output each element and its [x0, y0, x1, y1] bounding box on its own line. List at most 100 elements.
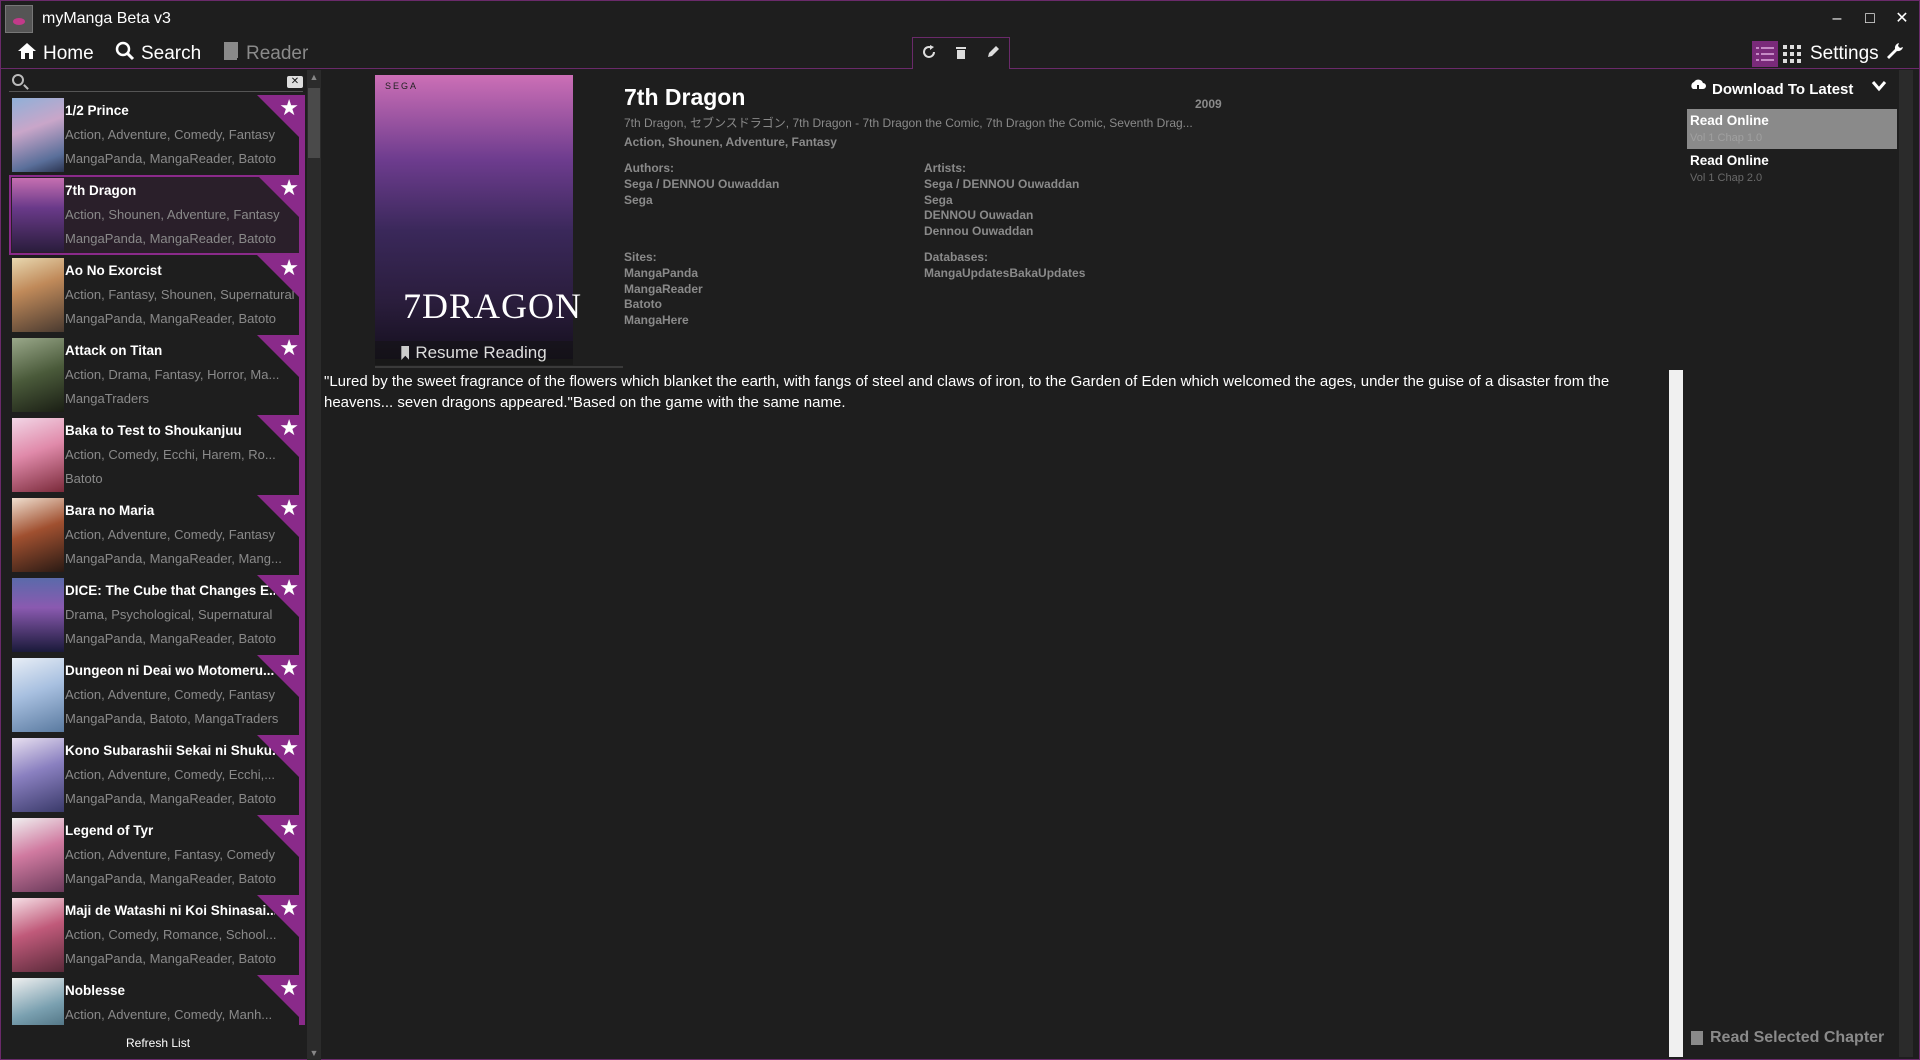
manga-list-item[interactable]: Dungeon ni Deai wo Motomeru... Action, A…	[9, 655, 305, 735]
manga-list-item[interactable]: DICE: The Cube that Changes E... Drama, …	[9, 575, 305, 655]
manga-cover-thumbnail	[12, 258, 64, 332]
nav-home[interactable]: Home	[17, 41, 94, 67]
star-icon[interactable]: ★	[279, 257, 299, 279]
nav-reader[interactable]: Reader	[222, 41, 308, 67]
star-icon[interactable]: ★	[279, 977, 299, 999]
search-icon	[12, 74, 24, 86]
search-icon	[115, 41, 135, 67]
star-icon[interactable]: ★	[279, 817, 299, 839]
download-to-latest-button[interactable]: Download To Latest	[1689, 79, 1853, 99]
star-icon[interactable]: ★	[279, 97, 299, 119]
favorite-bar	[299, 255, 305, 335]
search-input[interactable]	[29, 74, 279, 90]
chapter-item[interactable]: Read Online Vol 1 Chap 2.0	[1687, 149, 1897, 189]
manga-list-item[interactable]: Attack on Titan Action, Drama, Fantasy, …	[9, 335, 305, 415]
grid-view-icon[interactable]	[1779, 41, 1805, 67]
manga-list-item[interactable]: Legend of Tyr Action, Adventure, Fantasy…	[9, 815, 305, 895]
nav-home-label: Home	[43, 43, 94, 64]
nav-search[interactable]: Search	[115, 41, 201, 67]
maximize-button[interactable]: □	[1857, 7, 1883, 31]
chapter-subtitle: Vol 1 Chap 2.0	[1690, 172, 1763, 184]
manga-cover-thumbnail	[12, 178, 64, 252]
manga-list-item[interactable]: Noblesse Action, Adventure, Comedy, Manh…	[9, 975, 305, 1025]
refresh-list-button[interactable]: Refresh List	[126, 1036, 190, 1050]
manga-list-item-selected[interactable]: 7th Dragon Action, Shounen, Adventure, F…	[9, 175, 305, 255]
star-icon[interactable]: ★	[279, 577, 299, 599]
list-view-icon[interactable]	[1752, 41, 1778, 67]
favorite-bar	[299, 735, 305, 815]
sites-label: Sites:	[624, 250, 657, 264]
minimize-button[interactable]: –	[1824, 7, 1850, 31]
search-box: ✕	[9, 74, 303, 92]
manga-list-item[interactable]: Ao No Exorcist Action, Fantasy, Shounen,…	[9, 255, 305, 335]
favorite-bar	[299, 95, 305, 175]
trash-icon[interactable]	[955, 45, 967, 62]
resume-reading-button[interactable]: Resume Reading	[375, 341, 573, 365]
scroll-down-icon[interactable]: ▼	[307, 1046, 321, 1060]
app-logo-icon	[5, 5, 33, 33]
manga-name: Noblesse	[65, 983, 126, 998]
author-name: Sega / DENNOU Ouwaddan	[624, 177, 780, 191]
favorite-bar	[299, 815, 305, 895]
manga-cover-thumbnail	[12, 898, 64, 972]
artist-name: Sega	[924, 192, 953, 207]
manga-list-item[interactable]: Maji de Watashi ni Koi Shinasai... Actio…	[9, 895, 305, 975]
author-name: Sega	[624, 192, 653, 207]
chapter-item-selected[interactable]: Read Online Vol 1 Chap 1.0	[1687, 109, 1897, 149]
bookmark-icon	[401, 346, 410, 360]
chapter-subtitle: Vol 1 Chap 1.0	[1690, 132, 1763, 144]
manga-sites: MangaPanda, MangaReader, Batoto	[65, 791, 277, 806]
manga-cover-thumbnail	[12, 578, 64, 652]
star-icon[interactable]: ★	[279, 897, 299, 919]
summary-scrollbar[interactable]	[1669, 370, 1683, 1057]
nav-settings[interactable]: Settings	[1810, 41, 1911, 67]
reading-progress-track	[375, 366, 623, 368]
manga-summary: "Lured by the sweet fragrance of the flo…	[324, 373, 1610, 411]
manga-list-item[interactable]: 1/2 Prince Action, Adventure, Comedy, Fa…	[9, 95, 305, 175]
manga-cover-thumbnail	[12, 418, 64, 492]
manga-cover-thumbnail	[12, 498, 64, 572]
favorite-bar	[299, 895, 305, 975]
refresh-icon[interactable]	[922, 45, 936, 62]
manga-name: DICE: The Cube that Changes E...	[65, 583, 275, 598]
star-icon[interactable]: ★	[279, 177, 299, 199]
chapter-title: Read Online	[1690, 153, 1769, 168]
manga-sites: Batoto	[65, 471, 103, 486]
manga-name: Kono Subarashii Sekai ni Shuku...	[65, 743, 275, 758]
manga-list-item[interactable]: Kono Subarashii Sekai ni Shuku... Action…	[9, 735, 305, 815]
favorite-bar	[299, 575, 305, 655]
close-button[interactable]: ✕	[1889, 7, 1915, 31]
manga-list-item[interactable]: Bara no Maria Action, Adventure, Comedy,…	[9, 495, 305, 575]
star-icon[interactable]: ★	[279, 497, 299, 519]
manga-name: Bara no Maria	[65, 503, 155, 518]
pencil-icon[interactable]	[986, 45, 1000, 62]
nav-search-label: Search	[141, 43, 202, 64]
app-title: myManga Beta v3	[42, 10, 171, 27]
artist-name: DENNOU Ouwadan	[924, 208, 1034, 222]
title-bar: myManga Beta v3 – □ ✕	[1, 1, 1919, 39]
clear-search-icon[interactable]: ✕	[287, 76, 303, 88]
chapter-panel: Download To Latest Read Online Vol 1 Cha…	[1687, 75, 1897, 1055]
resume-reading-label: Resume Reading	[415, 343, 547, 362]
star-icon[interactable]: ★	[279, 337, 299, 359]
manga-sites: MangaPanda, MangaReader, Mang...	[65, 551, 282, 566]
read-selected-chapter-button[interactable]: Read Selected Chapter	[1691, 1029, 1884, 1047]
sidebar-scrollbar[interactable]: ▲ ▼	[307, 70, 321, 1060]
manga-name: 1/2 Prince	[65, 103, 129, 118]
star-icon[interactable]: ★	[279, 657, 299, 679]
manga-cover-image: SEGA 7DRAGON	[375, 75, 581, 359]
star-icon[interactable]: ★	[279, 737, 299, 759]
favorite-bar	[299, 975, 305, 1025]
scrollbar-thumb[interactable]	[308, 88, 320, 158]
scroll-up-icon[interactable]: ▲	[307, 70, 321, 84]
chevron-down-icon[interactable]	[1871, 79, 1887, 96]
cover-title-text: 7DRAGON	[403, 286, 583, 326]
download-label: Download To Latest	[1712, 80, 1854, 98]
chapter-scrollbar[interactable]	[1899, 70, 1913, 1057]
databases-label: Databases:	[924, 250, 989, 264]
star-icon[interactable]: ★	[279, 417, 299, 439]
manga-list-item[interactable]: Baka to Test to Shoukanjuu Action, Comed…	[9, 415, 305, 495]
artist-name: Sega / DENNOU Ouwaddan	[924, 177, 1080, 191]
manga-sites: MangaPanda, MangaReader, Batoto	[65, 311, 277, 326]
authors-label: Authors:	[624, 161, 674, 175]
